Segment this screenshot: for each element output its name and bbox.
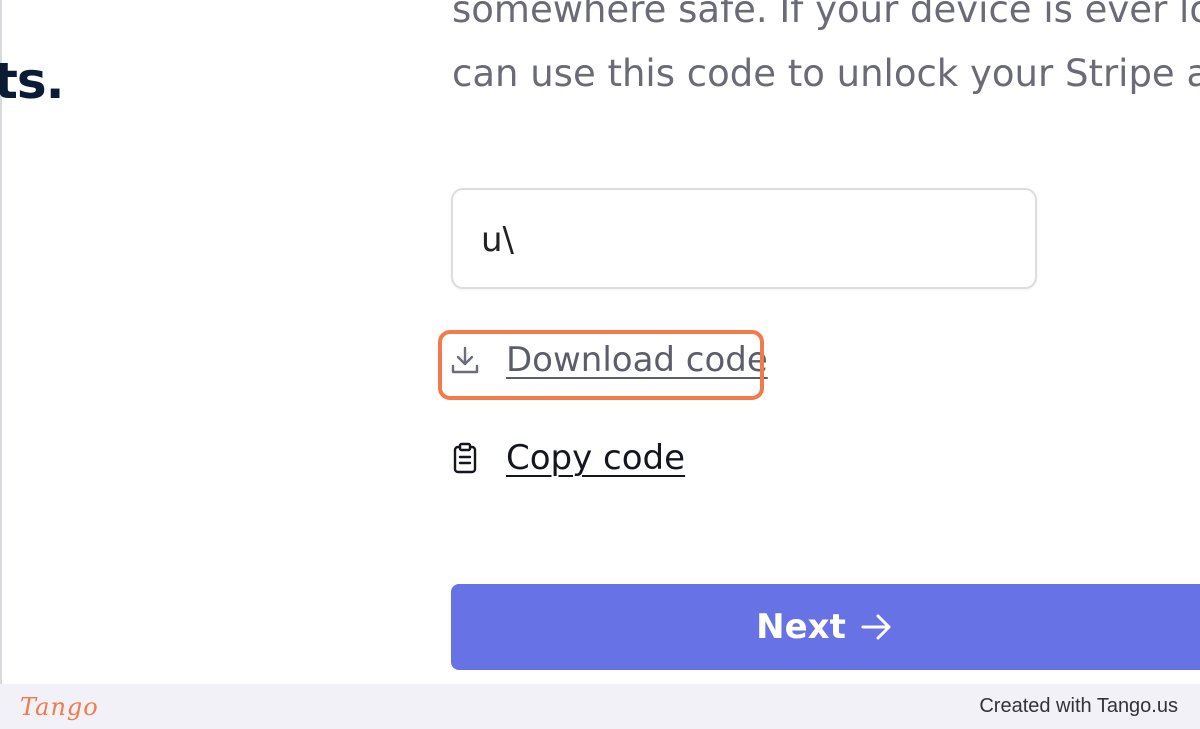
arrow-right-icon [860,612,894,642]
download-icon [450,345,480,375]
backup-code-input[interactable] [481,216,1011,264]
clipboard-icon [450,442,480,474]
copy-code-label: Copy code [506,438,686,478]
copy-code-link[interactable]: Copy code [450,438,685,478]
instruction-line-1: somewhere safe. If your device is ever l… [452,0,1200,31]
next-button[interactable]: Next [451,584,1200,670]
footer-credit: Created with Tango.us [979,695,1178,717]
tango-logo: Tango [20,692,99,721]
left-heading: ts. [0,52,65,110]
instruction-text: somewhere safe. If your device is ever l… [452,0,1200,106]
download-code-label: Download code [506,340,768,380]
instruction-line-2: can use this code to unlock your Stripe … [452,52,1200,95]
screenshot-stage: ts. somewhere safe. If your device is ev… [0,0,1200,729]
download-code-link[interactable]: Download code [450,340,768,380]
backup-code-field[interactable] [451,188,1037,289]
footer-bar: Tango Created with Tango.us [0,684,1200,729]
next-button-label: Next [756,607,846,647]
